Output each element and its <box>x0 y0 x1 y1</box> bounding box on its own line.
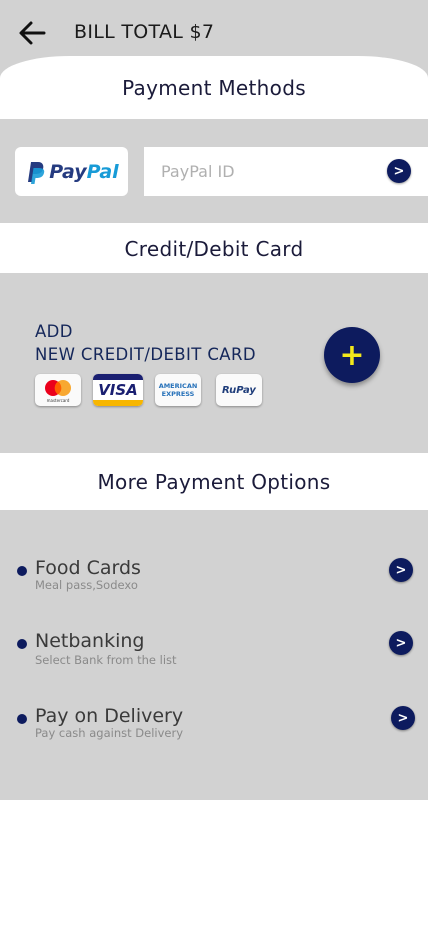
amex-logo: AMERICAN EXPRESS <box>155 374 201 406</box>
add-card-label[interactable]: ADD NEW CREDIT/DEBIT CARD <box>35 320 256 366</box>
paypal-logo-text-pal: Pal <box>86 160 119 183</box>
section-title-credit-debit: Credit/Debit Card <box>124 237 304 261</box>
visa-logo: VISA <box>93 374 143 406</box>
option-subtitle: Pay cash against Delivery <box>35 726 184 740</box>
add-card-line1: ADD <box>35 322 73 341</box>
bullet-icon <box>17 566 27 576</box>
paypal-logo-text-pay: Pay <box>49 160 87 183</box>
add-card-line2: NEW CREDIT/DEBIT CARD <box>35 345 256 364</box>
section-title-more-options: More Payment Options <box>97 470 331 494</box>
visa-logo-text: VISA <box>98 381 138 399</box>
rupay-logo-text: RuPay <box>222 384 256 396</box>
section-title-payment-methods: Payment Methods <box>122 76 306 100</box>
bullet-icon <box>17 639 27 649</box>
mastercard-logo: mastercard <box>35 374 81 406</box>
paypal-id-input[interactable] <box>144 147 428 196</box>
amex-logo-text: AMERICAN EXPRESS <box>158 382 198 398</box>
option-title: Netbanking <box>35 630 145 652</box>
option-netbanking[interactable]: Netbanking Select Bank from the list > <box>0 626 428 671</box>
option-food-cards[interactable]: Food Cards Meal pass,Sodexo > <box>0 553 428 598</box>
option-go-button[interactable]: > <box>389 558 413 582</box>
arrow-left-icon <box>19 21 46 45</box>
mastercard-logo-text: mastercard <box>46 398 70 403</box>
bullet-icon <box>17 714 27 724</box>
option-subtitle: Select Bank from the list <box>35 653 177 667</box>
paypal-p-icon <box>28 161 45 184</box>
back-button[interactable] <box>16 18 48 48</box>
paypal-go-button[interactable]: > <box>387 159 411 183</box>
option-go-button[interactable]: > <box>389 631 413 655</box>
option-pay-on-delivery[interactable]: Pay on Delivery Pay cash against Deliver… <box>0 701 428 746</box>
rupay-logo: RuPay <box>216 374 262 406</box>
option-title: Pay on Delivery <box>35 705 184 727</box>
option-title: Food Cards <box>35 557 141 579</box>
option-go-button[interactable]: > <box>391 706 415 730</box>
paypal-logo[interactable]: PayPal <box>15 147 128 196</box>
bill-total-title: BILL TOTAL $7 <box>74 21 215 43</box>
option-subtitle: Meal pass,Sodexo <box>35 578 138 592</box>
add-card-button[interactable]: + <box>324 327 380 383</box>
